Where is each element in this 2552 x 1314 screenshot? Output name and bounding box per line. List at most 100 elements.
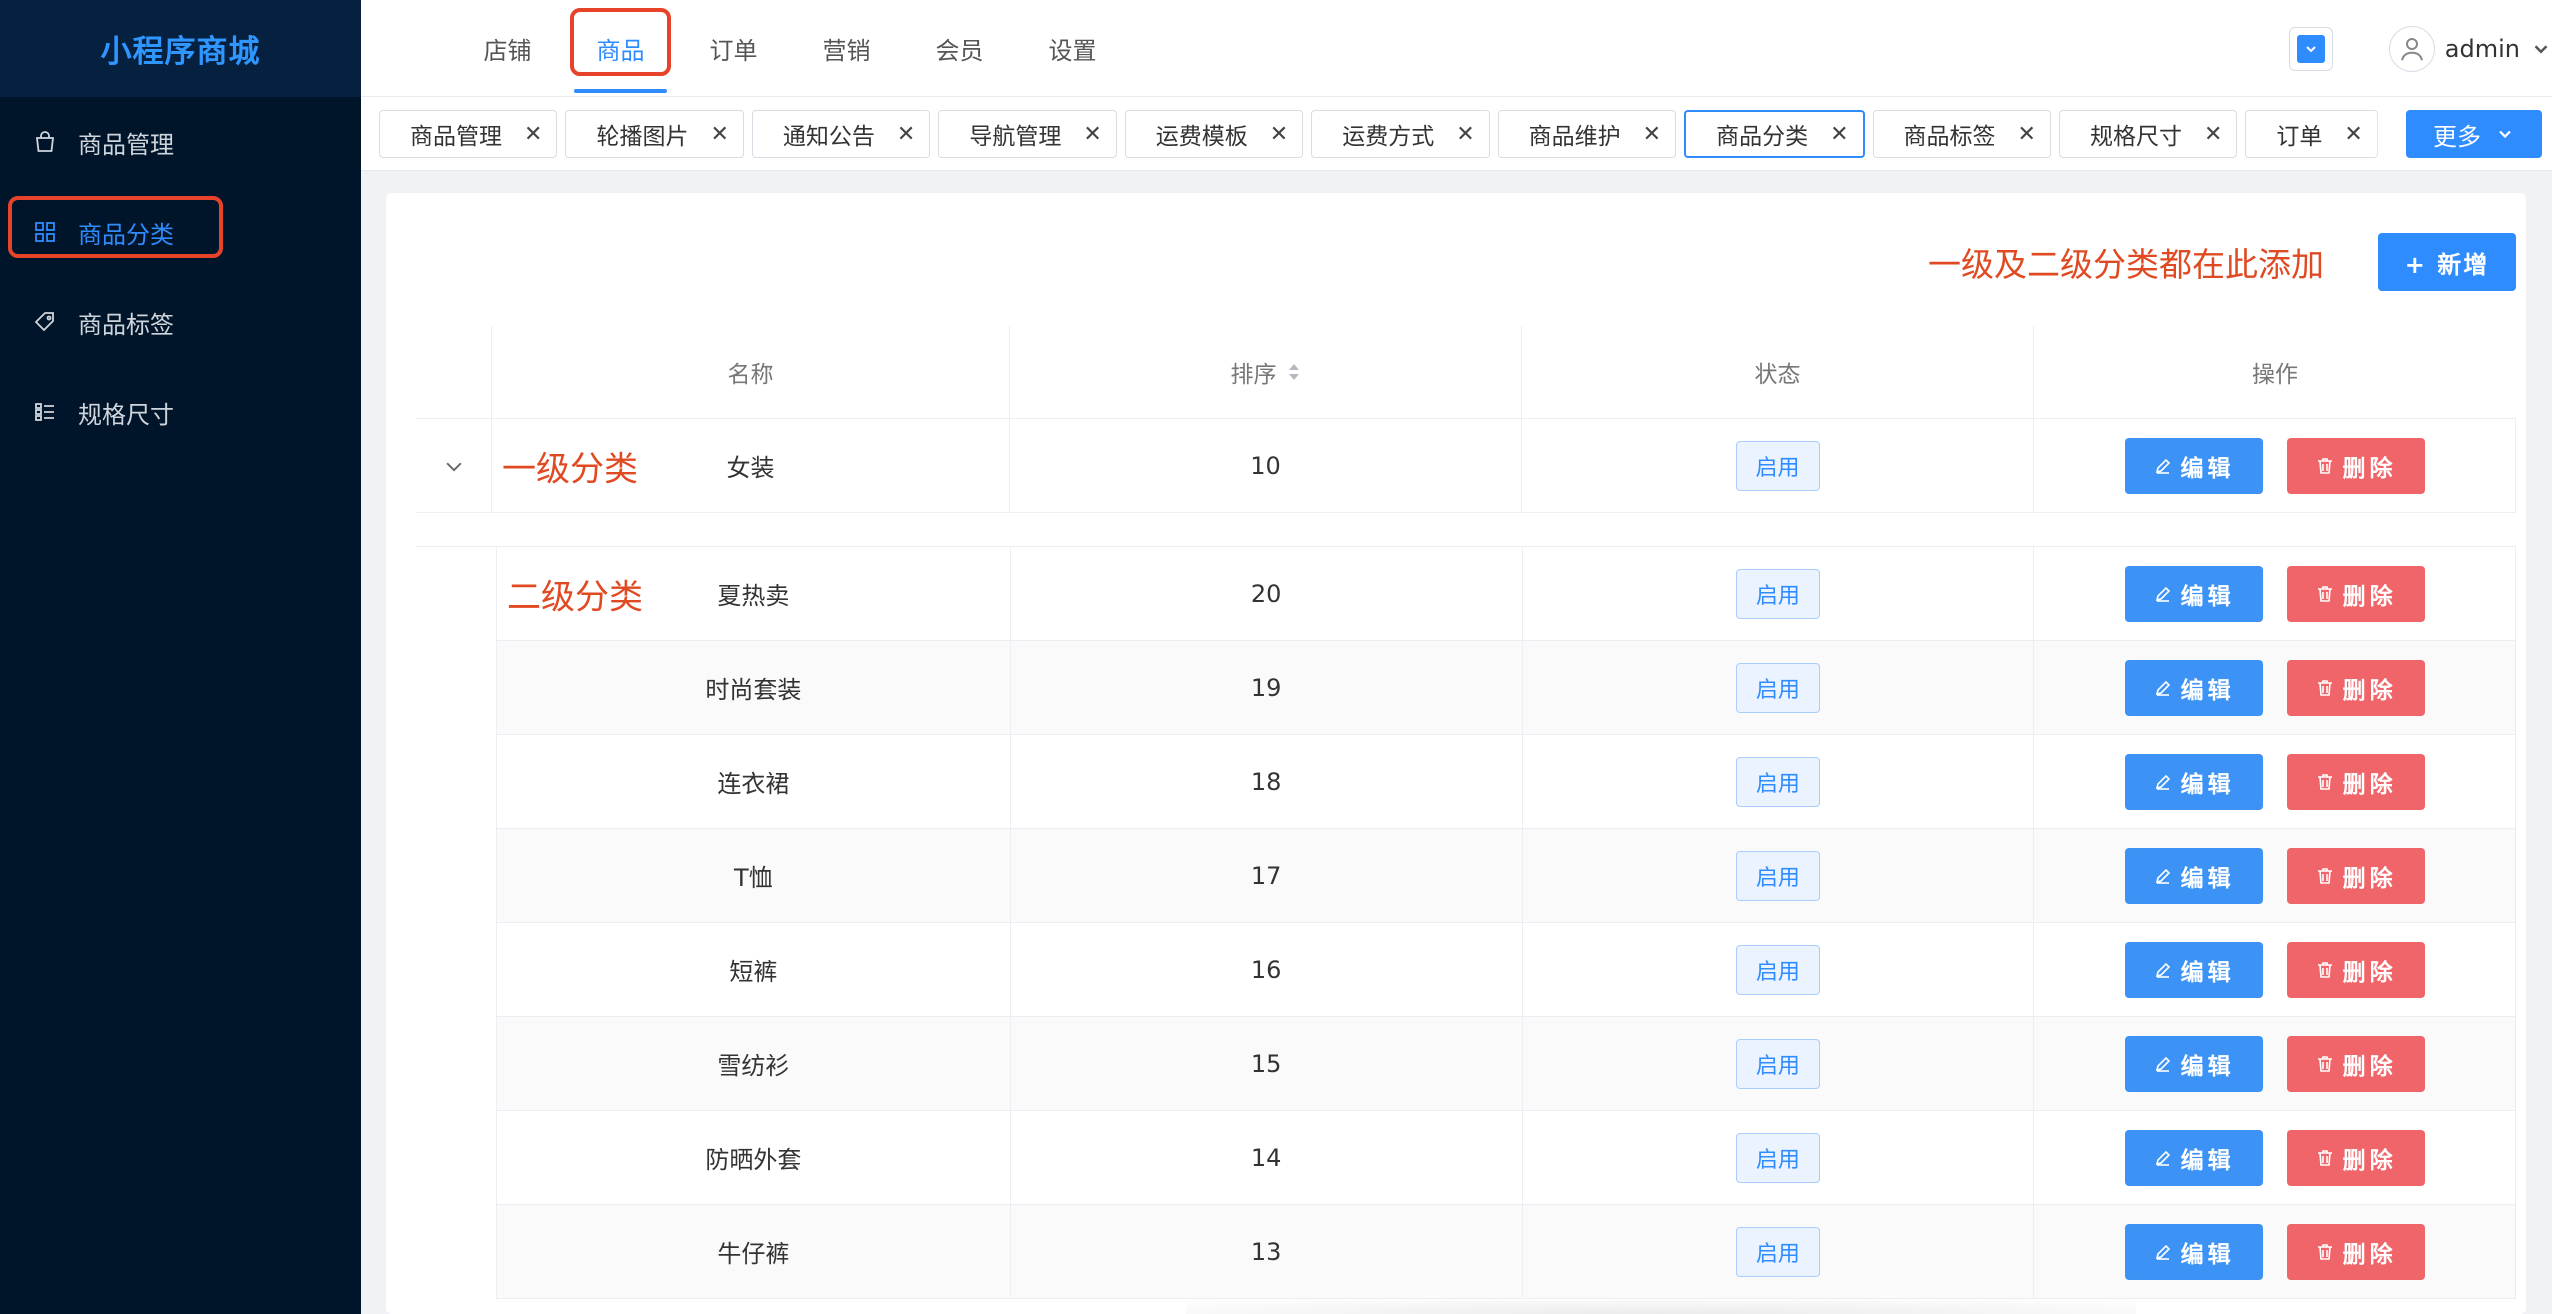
top-nav-settings[interactable]: 设置 (1016, 0, 1129, 97)
edit-button[interactable]: 编辑 (2124, 659, 2263, 716)
tab-spec-size[interactable]: 规格尺寸 ✕ (2058, 110, 2238, 158)
table-header: 名称 排序 状态 操作 (416, 326, 2516, 419)
delete-button[interactable]: 删除 (2286, 753, 2425, 810)
top-nav-goods[interactable]: 商品 (564, 0, 677, 97)
tab-orders[interactable]: 订单 ✕ (2245, 110, 2378, 158)
pencil-icon (2153, 1054, 2173, 1074)
close-icon[interactable]: ✕ (1270, 122, 1288, 147)
app-dropdown-button[interactable] (2288, 26, 2333, 71)
top-nav-orders[interactable]: 订单 (677, 0, 790, 97)
table-row: 牛仔裤 13 启用 编辑 删除 (497, 1205, 2517, 1299)
cell-sort: 15 (1011, 1017, 1523, 1110)
edit-button[interactable]: 编辑 (2124, 1223, 2263, 1280)
table-row: 时尚套装 19 启用 编辑 删除 (497, 641, 2517, 735)
edit-button[interactable]: 编辑 (2124, 941, 2263, 998)
cell-sort: 20 (1011, 547, 1523, 640)
cell-name: 短裤 (497, 923, 1011, 1016)
open-tabs: 商品管理 ✕ 轮播图片 ✕ 通知公告 ✕ 导航管理 ✕ 运费模板 ✕ 运费方式 ✕ 商品维护… (379, 110, 2386, 158)
tab-label: 规格尺寸 (2089, 124, 2182, 150)
cell-ops: 编辑 删除 (2034, 1017, 2517, 1110)
cell-status: 启用 (1522, 419, 2034, 512)
close-icon[interactable]: ✕ (1083, 122, 1101, 147)
annotation-level2: 二级分类 (507, 577, 643, 617)
table-row: 防晒外套 14 启用 编辑 删除 (497, 1111, 2517, 1205)
sidebar-item-label: 规格尺寸 (78, 400, 174, 429)
edit-label: 编辑 (2180, 677, 2235, 704)
close-icon[interactable]: ✕ (524, 122, 542, 147)
sidebar-item-goods-category[interactable]: 商品分类 (0, 187, 361, 277)
tab-freight-method[interactable]: 运费方式 ✕ (1311, 110, 1490, 158)
sidebar-item-goods-tag[interactable]: 商品标签 (0, 277, 361, 367)
status-badge: 启用 (1735, 756, 1820, 807)
tab-label: 商品管理 (410, 124, 502, 150)
close-icon[interactable]: ✕ (2204, 122, 2222, 147)
sidebar-item-label: 商品管理 (78, 130, 174, 159)
brand-title: 小程序商城 (0, 0, 361, 97)
edit-label: 编辑 (2180, 959, 2235, 986)
close-icon[interactable]: ✕ (897, 122, 915, 147)
cell-status: 启用 (1523, 641, 2035, 734)
edit-button[interactable]: 编辑 (2124, 847, 2263, 904)
chevron-down-icon (2534, 44, 2548, 54)
content-card: 一级及二级分类都在此添加 + 新增 名称 排序 状态 操作 一级分类 女装 10… (386, 193, 2526, 1314)
edit-label: 编辑 (2180, 583, 2235, 610)
tab-goods-maintain[interactable]: 商品维护 ✕ (1497, 110, 1677, 158)
add-button[interactable]: + 新增 (2378, 233, 2516, 291)
tab-freight-template[interactable]: 运费模板 ✕ (1124, 110, 1304, 158)
table-row: 一级分类 女装 10 启用 编辑 删除 (416, 419, 2516, 513)
close-icon[interactable]: ✕ (1830, 122, 1848, 147)
sort-icon[interactable] (1287, 362, 1301, 382)
tab-label: 轮播图片 (596, 124, 689, 150)
pencil-icon (2153, 584, 2173, 604)
user-name: admin (2444, 34, 2520, 63)
tab-goods-tag[interactable]: 商品标签 ✕ (1872, 110, 2051, 158)
tab-label: 订单 (2276, 124, 2323, 150)
edit-button[interactable]: 编辑 (2124, 753, 2263, 810)
edit-button[interactable]: 编辑 (2124, 565, 2263, 622)
edit-button[interactable]: 编辑 (2124, 1129, 2263, 1186)
more-tabs-button[interactable]: 更多 (2406, 110, 2542, 158)
delete-button[interactable]: 删除 (2286, 941, 2425, 998)
status-badge: 启用 (1735, 568, 1820, 619)
tab-notice[interactable]: 通知公告 ✕ (751, 110, 931, 158)
delete-button[interactable]: 删除 (2286, 1129, 2425, 1186)
tab-label: 通知公告 (782, 124, 875, 150)
delete-button[interactable]: 删除 (2286, 847, 2425, 904)
child-rows: 二级分类 夏热卖 20 启用 编辑 删除 时尚套装 19 启用 编辑 删除 连衣… (496, 547, 2517, 1299)
pencil-icon (2153, 1148, 2173, 1168)
delete-button[interactable]: 删除 (2286, 659, 2425, 716)
expand-toggle[interactable] (416, 419, 492, 512)
tabs-bar: 商品管理 ✕ 轮播图片 ✕ 通知公告 ✕ 导航管理 ✕ 运费模板 ✕ 运费方式 ✕ 商品维护… (361, 97, 2552, 171)
close-icon[interactable]: ✕ (1643, 122, 1661, 147)
close-icon[interactable]: ✕ (2344, 122, 2362, 147)
edit-button[interactable]: 编辑 (2124, 1035, 2263, 1092)
edit-label: 编辑 (2180, 455, 2235, 482)
top-nav-members[interactable]: 会员 (903, 0, 1016, 97)
tab-banner[interactable]: 轮播图片 ✕ (565, 110, 744, 158)
tab-goods-category[interactable]: 商品分类 ✕ (1684, 110, 1865, 158)
cell-ops: 编辑 删除 (2034, 419, 2516, 512)
sidebar: 小程序商城 商品管理 商品分类 商品标签 规格尺寸 (0, 0, 361, 1314)
tab-goods-manage[interactable]: 商品管理 ✕ (379, 110, 558, 158)
header-sort[interactable]: 排序 (1010, 326, 1522, 418)
sidebar-item-spec-size[interactable]: 规格尺寸 (0, 367, 361, 457)
cell-name: 时尚套装 (497, 641, 1011, 734)
delete-button[interactable]: 删除 (2286, 565, 2425, 622)
top-nav-marketing[interactable]: 营销 (790, 0, 903, 97)
top-nav-shop[interactable]: 店铺 (451, 0, 564, 97)
delete-button[interactable]: 删除 (2286, 1223, 2425, 1280)
cell-sort: 18 (1011, 735, 1523, 828)
sidebar-item-goods-manage[interactable]: 商品管理 (0, 97, 361, 187)
delete-button[interactable]: 删除 (2286, 437, 2425, 494)
close-icon[interactable]: ✕ (2018, 122, 2036, 147)
table-row: T恤 17 启用 编辑 删除 (497, 829, 2517, 923)
edit-button[interactable]: 编辑 (2124, 437, 2263, 494)
user-menu[interactable]: admin (2388, 25, 2552, 72)
tab-nav-manage[interactable]: 导航管理 ✕ (938, 110, 1117, 158)
trash-icon (2315, 1242, 2335, 1262)
close-icon[interactable]: ✕ (1456, 122, 1474, 147)
close-icon[interactable]: ✕ (710, 122, 728, 147)
status-badge: 启用 (1735, 1226, 1820, 1277)
delete-button[interactable]: 删除 (2286, 1035, 2425, 1092)
header-sort-label: 排序 (1230, 362, 1277, 388)
